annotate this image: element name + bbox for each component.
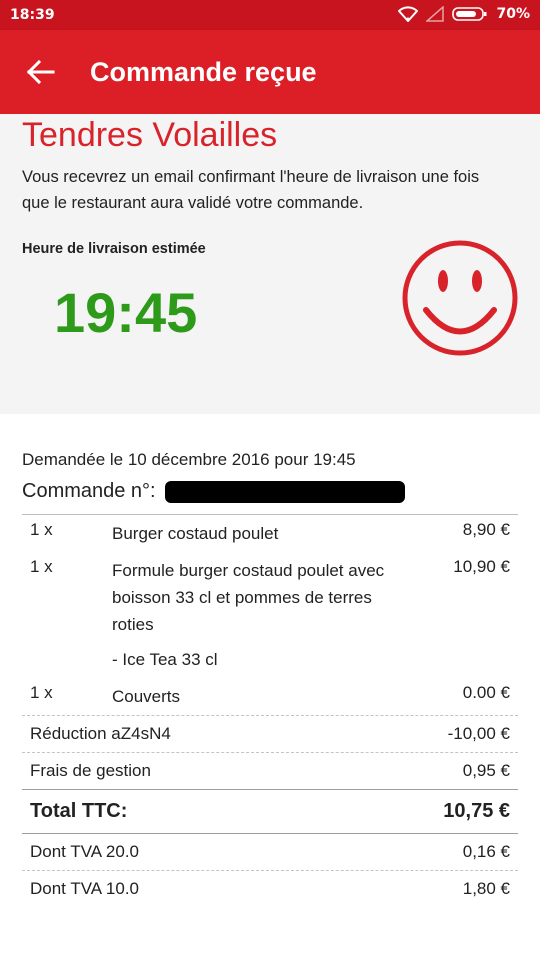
confirmation-message: Vous recevrez un email confirmant l'heur… bbox=[22, 168, 480, 212]
battery-percent: 70% bbox=[496, 6, 530, 22]
tva-row: Dont TVA 10.0 1,80 € bbox=[22, 870, 518, 907]
order-item: 1 x Burger costaud poulet 8,90 € bbox=[22, 515, 518, 552]
total-row: Total TTC: 10,75 € bbox=[22, 789, 518, 834]
smiley-icon bbox=[402, 240, 518, 356]
fees-row: Frais de gestion 0,95 € bbox=[22, 752, 518, 789]
order-item: 1 x Couverts 0.00 € bbox=[22, 678, 518, 715]
wifi-icon bbox=[398, 6, 419, 22]
tva-value: 1,80 € bbox=[462, 879, 510, 898]
tva-label: Dont TVA 10.0 bbox=[30, 879, 139, 898]
item-price: 0.00 € bbox=[462, 683, 510, 702]
item-name: Burger costaud poulet bbox=[112, 524, 279, 543]
signal-icon bbox=[426, 6, 445, 22]
item-name: Couverts bbox=[112, 687, 181, 706]
status-bar: 18:39 70% bbox=[0, 0, 540, 30]
redacted-order-id bbox=[165, 480, 406, 503]
app-bar: Commande reçue bbox=[0, 30, 540, 114]
restaurant-name: Tendres Volailles bbox=[22, 116, 278, 154]
order-item: 1 x Formule burger costaud poulet avec b… bbox=[22, 552, 518, 643]
discount-label: Réduction aZ4sN4 bbox=[30, 724, 171, 743]
item-option: - Ice Tea 33 cl bbox=[112, 650, 218, 669]
order-number: Commande n°: bbox=[22, 480, 406, 503]
page-title: Commande reçue bbox=[90, 57, 317, 87]
order-number-label: Commande n°: bbox=[22, 480, 156, 502]
tva-value: 0,16 € bbox=[462, 842, 510, 861]
torn-paper-edge bbox=[0, 392, 540, 410]
eta-label: Heure de livraison estimée bbox=[22, 241, 206, 257]
total-label: Total TTC: bbox=[30, 800, 128, 822]
item-price: 8,90 € bbox=[462, 520, 510, 539]
item-qty: 1 x bbox=[30, 683, 53, 702]
item-qty: 1 x bbox=[30, 520, 53, 539]
back-arrow-icon[interactable] bbox=[26, 58, 56, 86]
item-qty: 1 x bbox=[30, 557, 53, 576]
fees-label: Frais de gestion bbox=[30, 761, 151, 780]
tva-label: Dont TVA 20.0 bbox=[30, 842, 139, 861]
item-name: Formule burger costaud poulet avec boiss… bbox=[112, 561, 385, 634]
fees-value: 0,95 € bbox=[462, 761, 510, 780]
discount-value: -10,00 € bbox=[447, 724, 510, 743]
discount-row: Réduction aZ4sN4 -10,00 € bbox=[22, 715, 518, 752]
eta-time: 19:45 bbox=[54, 281, 198, 344]
status-time: 18:39 bbox=[10, 7, 55, 23]
battery-icon bbox=[452, 7, 487, 21]
requested-date: Demandée le 10 décembre 2016 pour 19:45 bbox=[22, 450, 356, 469]
tva-row: Dont TVA 20.0 0,16 € bbox=[22, 834, 518, 870]
order-items: 1 x Burger costaud poulet 8,90 € 1 x For… bbox=[22, 514, 518, 907]
item-price: 10,90 € bbox=[453, 557, 510, 576]
total-value: 10,75 € bbox=[443, 800, 510, 822]
